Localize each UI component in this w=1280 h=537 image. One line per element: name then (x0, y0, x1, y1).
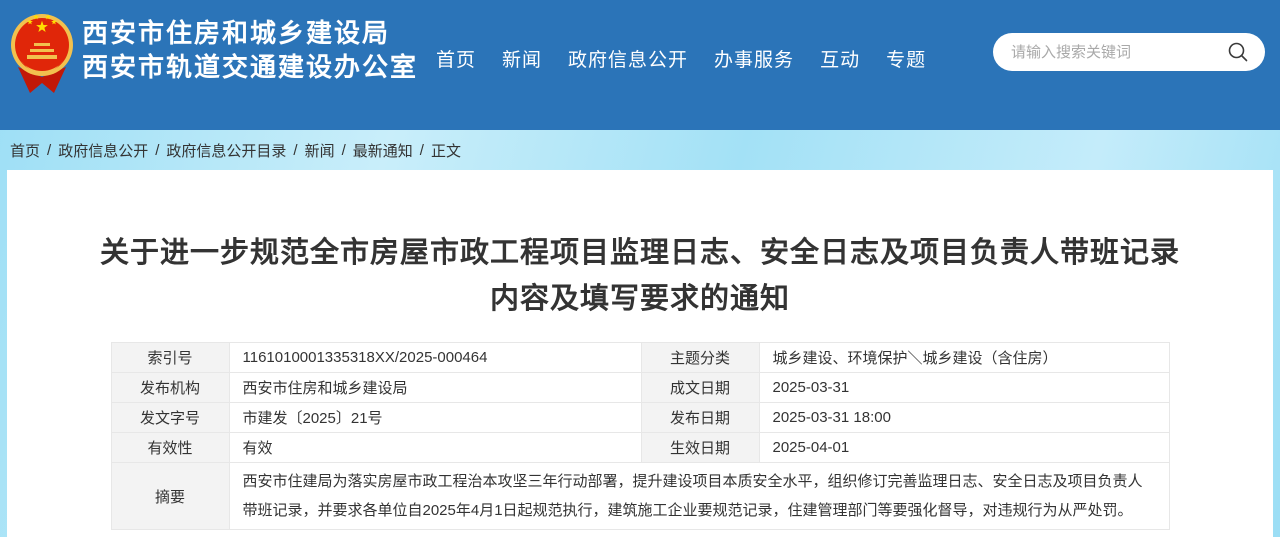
meta-label-topic-category: 主题分类 (641, 343, 759, 373)
meta-label-abstract: 摘要 (111, 463, 229, 530)
search-button[interactable] (1225, 39, 1251, 65)
breadcrumb-current-article: 正文 (431, 140, 461, 161)
site-title-line2: 西安市轨道交通建设办公室 (82, 50, 418, 84)
breadcrumb-separator: / (293, 142, 297, 159)
meta-label-publish-date: 发布日期 (641, 403, 759, 433)
nav-item-home[interactable]: 首页 (436, 45, 476, 72)
nav-item-interact[interactable]: 互动 (820, 45, 860, 72)
meta-value-doc-number: 市建发〔2025〕21号 (229, 403, 641, 433)
search-box (993, 33, 1265, 71)
nav-item-services[interactable]: 办事服务 (714, 45, 794, 72)
breadcrumb: 首页 / 政府信息公开 / 政府信息公开目录 / 新闻 / 最新通知 / 正文 (0, 130, 1280, 170)
content-panel: 关于进一步规范全市房屋市政工程项目监理日志、安全日志及项目负责人带班记录内容及填… (7, 170, 1273, 537)
meta-value-abstract: 西安市住建局为落实房屋市政工程治本攻坚三年行动部署，提升建设项目本质安全水平，组… (229, 463, 1169, 530)
meta-value-publish-date: 2025-03-31 18:00 (759, 403, 1169, 433)
meta-label-index-number: 索引号 (111, 343, 229, 373)
breadcrumb-gov-info-catalog[interactable]: 政府信息公开目录 (166, 140, 286, 161)
nav-item-gov-info[interactable]: 政府信息公开 (568, 45, 688, 72)
document-title: 关于进一步规范全市房屋市政工程项目监理日志、安全日志及项目负责人带班记录内容及填… (100, 230, 1180, 322)
site-title: 西安市住房和城乡建设局 西安市轨道交通建设办公室 (82, 16, 418, 84)
nav-item-topics[interactable]: 专题 (886, 45, 926, 72)
breadcrumb-home[interactable]: 首页 (10, 140, 40, 161)
meta-label-issuing-agency: 发布机构 (111, 373, 229, 403)
meta-value-issuing-agency: 西安市住房和城乡建设局 (229, 373, 641, 403)
meta-value-validity: 有效 (229, 433, 641, 463)
breadcrumb-separator: / (155, 142, 159, 159)
meta-row-index: 索引号 1161010001335318XX/2025-000464 主题分类 … (111, 343, 1169, 373)
breadcrumb-separator: / (47, 142, 51, 159)
site-title-line1: 西安市住房和城乡建设局 (82, 16, 418, 50)
meta-value-index-number: 1161010001335318XX/2025-000464 (229, 343, 641, 373)
main-nav: 首页 新闻 政府信息公开 办事服务 互动 专题 (436, 42, 926, 74)
meta-label-effective-date: 生效日期 (641, 433, 759, 463)
nav-item-news[interactable]: 新闻 (502, 45, 542, 72)
meta-row-validity: 有效性 有效 生效日期 2025-04-01 (111, 433, 1169, 463)
meta-row-abstract: 摘要 西安市住建局为落实房屋市政工程治本攻坚三年行动部署，提升建设项目本质安全水… (111, 463, 1169, 530)
breadcrumb-separator: / (342, 142, 346, 159)
site-logo[interactable] (10, 11, 74, 95)
meta-label-written-date: 成文日期 (641, 373, 759, 403)
meta-label-validity: 有效性 (111, 433, 229, 463)
meta-value-topic-category: 城乡建设、环境保护＼城乡建设（含住房） (759, 343, 1169, 373)
breadcrumb-gov-info[interactable]: 政府信息公开 (58, 140, 148, 161)
breadcrumb-news[interactable]: 新闻 (305, 140, 335, 161)
meta-value-written-date: 2025-03-31 (759, 373, 1169, 403)
national-emblem-icon (10, 11, 74, 95)
meta-value-effective-date: 2025-04-01 (759, 433, 1169, 463)
search-icon (1227, 41, 1249, 63)
meta-row-agency: 发布机构 西安市住房和城乡建设局 成文日期 2025-03-31 (111, 373, 1169, 403)
meta-row-doc-number: 发文字号 市建发〔2025〕21号 发布日期 2025-03-31 18:00 (111, 403, 1169, 433)
site-header: 西安市住房和城乡建设局 西安市轨道交通建设办公室 首页 新闻 政府信息公开 办事… (0, 0, 1280, 130)
breadcrumb-separator: / (420, 142, 424, 159)
document-meta-table: 索引号 1161010001335318XX/2025-000464 主题分类 … (111, 342, 1170, 530)
meta-label-doc-number: 发文字号 (111, 403, 229, 433)
search-input[interactable] (1011, 44, 1225, 61)
breadcrumb-latest-notices[interactable]: 最新通知 (353, 140, 413, 161)
